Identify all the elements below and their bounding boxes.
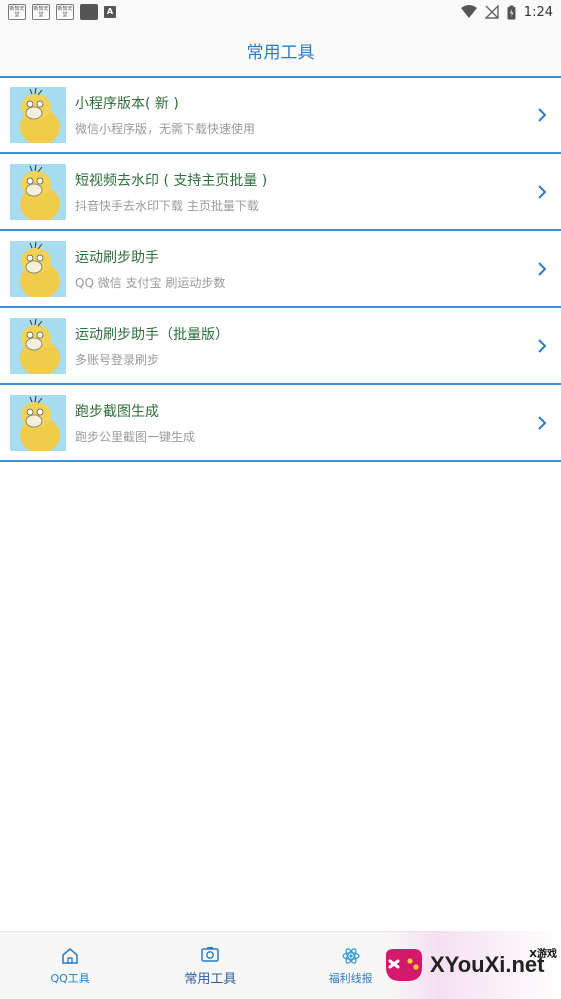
tool-title: 小程序版本( 新 )	[75, 96, 179, 112]
tool-title: 运动刷步助手	[75, 250, 159, 266]
tool-title: 跑步截图生成	[75, 404, 159, 420]
site-watermark: XYouXi.net X游戏	[386, 931, 561, 999]
clock: 1:24	[523, 4, 553, 20]
chevron-right-icon	[538, 108, 547, 122]
tool-subtitle: 抖音快手去水印下载 主页批量下载	[75, 199, 259, 213]
tab-qq-tools[interactable]: QQ工具	[0, 932, 140, 999]
tool-list: 小程序版本( 新 ) 微信小程序版，无需下载快速使用 短视频去水印 ( 支持主页…	[0, 78, 561, 462]
wifi-icon	[460, 5, 477, 18]
no-signal-icon	[484, 5, 499, 19]
notification-square-icon	[80, 4, 98, 20]
tab-common-tools[interactable]: 常用工具	[140, 932, 280, 999]
page-title: 常用工具	[246, 42, 315, 63]
tool-item-watermark-remover[interactable]: 短视频去水印 ( 支持主页批量 ) 抖音快手去水印下载 主页批量下载	[0, 155, 561, 231]
watermark-small-text: X游戏	[529, 949, 557, 960]
tool-item-run-screenshot[interactable]: 跑步截图生成 跑步公里截图一键生成	[0, 386, 561, 462]
tool-item-step-helper-batch[interactable]: 运动刷步助手（批量版） 多账号登录刷步	[0, 309, 561, 385]
camera-icon	[201, 947, 220, 962]
atom-icon	[342, 947, 360, 964]
tool-title: 短视频去水印 ( 支持主页批量 )	[75, 173, 268, 189]
tool-title: 运动刷步助手（批量版）	[75, 327, 229, 343]
tab-label: QQ工具	[50, 971, 90, 985]
watermark-text: XYouXi.net	[430, 952, 545, 977]
tab-label: 福利线报	[328, 971, 373, 985]
gamepad-logo-icon	[386, 949, 422, 981]
tool-subtitle: 微信小程序版，无需下载快速使用	[75, 122, 256, 136]
notification-a-icon: A	[104, 6, 116, 18]
tool-item-step-helper[interactable]: 运动刷步助手 QQ 微信 支付宝 刷运动步数	[0, 232, 561, 308]
notification-app-icon: 新知天堂	[56, 4, 74, 20]
app-bar: 常用工具	[0, 24, 561, 78]
notification-app-icon: 新知天堂	[32, 4, 50, 20]
tool-item-miniprogram[interactable]: 小程序版本( 新 ) 微信小程序版，无需下载快速使用	[0, 78, 561, 154]
notification-icons: 新知天堂 新知天堂 新知天堂 A	[8, 4, 116, 20]
tool-subtitle: 跑步公里截图一键生成	[75, 430, 196, 444]
tool-subtitle: 多账号登录刷步	[75, 353, 160, 367]
psyduck-thumbnail	[10, 395, 66, 451]
chevron-right-icon	[538, 185, 547, 199]
psyduck-thumbnail	[10, 318, 66, 374]
chevron-right-icon	[538, 262, 547, 276]
tool-subtitle: QQ 微信 支付宝 刷运动步数	[75, 276, 226, 290]
psyduck-thumbnail	[10, 164, 66, 220]
home-icon	[62, 947, 78, 964]
chevron-right-icon	[538, 416, 547, 430]
chevron-right-icon	[538, 339, 547, 353]
system-status: 1:24	[460, 4, 553, 20]
psyduck-thumbnail	[10, 87, 66, 143]
battery-icon	[507, 5, 516, 19]
tab-label: 常用工具	[184, 972, 237, 987]
psyduck-thumbnail	[10, 241, 66, 297]
status-bar: 新知天堂 新知天堂 新知天堂 A 1:24	[0, 0, 561, 24]
notification-app-icon: 新知天堂	[8, 4, 26, 20]
